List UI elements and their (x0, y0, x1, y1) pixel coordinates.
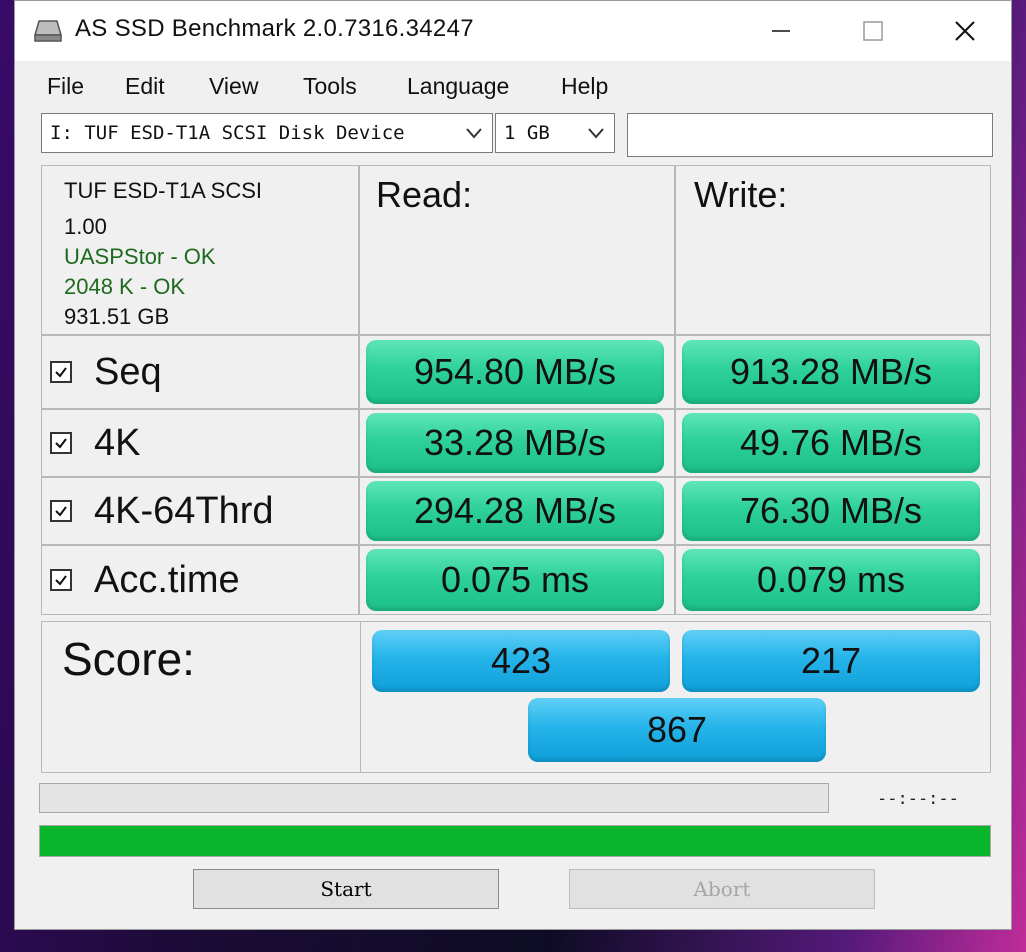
4k64-write-result: 76.30 MB/s (682, 481, 980, 541)
window-title: AS SSD Benchmark 2.0.7316.34247 (75, 15, 474, 42)
abort-button[interactable]: Abort (569, 869, 875, 909)
seq-checkbox[interactable] (50, 361, 72, 383)
4k-label-text: 4K (94, 421, 141, 464)
drive-app-icon (34, 20, 62, 42)
minimize-button[interactable] (735, 1, 827, 61)
extra-input[interactable] (627, 113, 993, 157)
menu-file[interactable]: File (47, 73, 84, 100)
maximize-icon (863, 21, 883, 41)
row-4k64-write-cell: 76.30 MB/s (675, 477, 991, 545)
drive-select-value: I: TUF ESD-T1A SCSI Disk Device (50, 122, 405, 144)
row-acctime-label-cell: Acc.time (41, 545, 359, 615)
start-button[interactable]: Start (193, 869, 499, 909)
menu-view[interactable]: View (209, 73, 258, 100)
row-acctime-label[interactable]: Acc.time (50, 546, 240, 614)
score-total: 867 (528, 698, 826, 762)
score-divider (360, 622, 361, 772)
row-seq-read-cell: 954.80 MB/s (359, 335, 675, 409)
total-progress-bar (39, 825, 991, 857)
firmware-version: 1.00 (64, 214, 107, 239)
check-icon (55, 438, 67, 449)
size-select[interactable]: 1 GB (495, 113, 615, 153)
row-4k64-read-cell: 294.28 MB/s (359, 477, 675, 545)
elapsed-time: --:--:-- (877, 789, 959, 809)
app-window: AS SSD Benchmark 2.0.7316.34247 File Edi… (14, 0, 1012, 930)
4k-write-result: 49.76 MB/s (682, 413, 980, 473)
write-header: Write: (694, 174, 788, 215)
drive-info-panel: TUF ESD-T1A SCSI 1.00 UASPStor - OK 2048… (41, 165, 359, 335)
size-select-value: 1 GB (504, 122, 550, 144)
close-icon (955, 21, 975, 41)
score-panel: Score: 423 217 867 (41, 621, 991, 773)
acctime-checkbox[interactable] (50, 569, 72, 591)
check-icon (55, 367, 67, 378)
read-header-cell: Read: (359, 165, 675, 335)
4k64-checkbox[interactable] (50, 500, 72, 522)
row-seq-label[interactable]: Seq (50, 336, 162, 408)
4k64-read-result: 294.28 MB/s (366, 481, 664, 541)
score-label: Score: (62, 633, 195, 685)
seq-label-text: Seq (94, 350, 162, 393)
acctime-label-text: Acc.time (94, 558, 240, 601)
minimize-icon (772, 30, 790, 32)
seq-write-result: 913.28 MB/s (682, 340, 980, 404)
results-grid: TUF ESD-T1A SCSI 1.00 UASPStor - OK 2048… (41, 165, 991, 617)
score-read: 423 (372, 630, 670, 692)
chevron-down-icon (466, 128, 482, 139)
row-4k-read-cell: 33.28 MB/s (359, 409, 675, 477)
seq-read-result: 954.80 MB/s (366, 340, 664, 404)
close-button[interactable] (919, 1, 1011, 61)
drive-name: TUF ESD-T1A SCSI (64, 178, 263, 203)
4k-checkbox[interactable] (50, 432, 72, 454)
score-write: 217 (682, 630, 980, 692)
write-header-cell: Write: (675, 165, 991, 335)
row-4k64-label[interactable]: 4K-64Thrd (50, 478, 274, 544)
row-seq-label-cell: Seq (41, 335, 359, 409)
menu-edit[interactable]: Edit (125, 73, 165, 100)
acctime-read-result: 0.075 ms (366, 549, 664, 611)
read-header: Read: (376, 174, 473, 215)
title-bar[interactable]: AS SSD Benchmark 2.0.7316.34247 (15, 1, 1011, 61)
alignment-status: 2048 K - OK (64, 274, 186, 299)
maximize-button[interactable] (827, 1, 919, 61)
menu-help[interactable]: Help (561, 73, 608, 100)
drive-capacity: 931.51 GB (64, 304, 170, 329)
row-4k-label[interactable]: 4K (50, 410, 140, 476)
row-seq-write-cell: 913.28 MB/s (675, 335, 991, 409)
menu-tools[interactable]: Tools (303, 73, 357, 100)
row-acctime-read-cell: 0.075 ms (359, 545, 675, 615)
test-progress-bar (39, 783, 829, 813)
row-4k-label-cell: 4K (41, 409, 359, 477)
4k-read-result: 33.28 MB/s (366, 413, 664, 473)
driver-status: UASPStor - OK (64, 244, 216, 269)
menu-language[interactable]: Language (407, 73, 509, 100)
4k64-label-text: 4K-64Thrd (94, 489, 274, 532)
acctime-write-result: 0.079 ms (682, 549, 980, 611)
drive-select[interactable]: I: TUF ESD-T1A SCSI Disk Device (41, 113, 493, 153)
menu-bar: File Edit View Tools Language Help (15, 67, 1011, 109)
total-progress-fill (40, 826, 990, 856)
check-icon (55, 506, 67, 517)
row-acctime-write-cell: 0.079 ms (675, 545, 991, 615)
check-icon (55, 575, 67, 586)
row-4k64-label-cell: 4K-64Thrd (41, 477, 359, 545)
row-4k-write-cell: 49.76 MB/s (675, 409, 991, 477)
chevron-down-icon (588, 128, 604, 139)
